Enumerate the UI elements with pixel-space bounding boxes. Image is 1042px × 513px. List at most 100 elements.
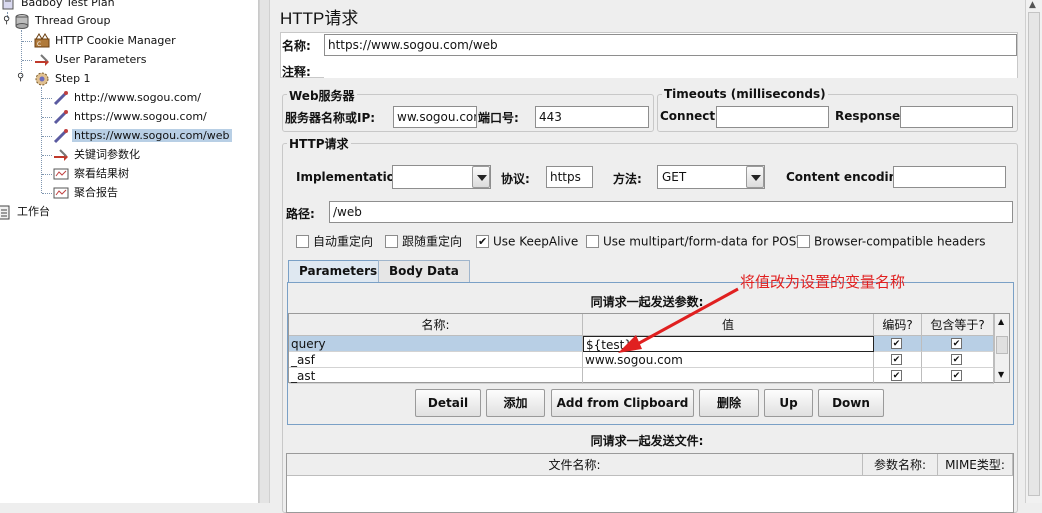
chevron-down-icon[interactable] [746, 166, 764, 188]
param-value-cell[interactable] [583, 368, 874, 384]
tree-item-test-plan[interactable]: Badboy Test Plan [0, 0, 117, 12]
content-encoding-field[interactable] [893, 166, 1006, 188]
column-header-include-equals[interactable]: 包含等于? [922, 314, 994, 336]
scroll-thumb[interactable] [1028, 12, 1040, 496]
param-name-cell[interactable]: _ast [289, 368, 583, 384]
encode-checkbox-checked[interactable]: ✔ [891, 338, 902, 349]
column-header-param-name[interactable]: 参数名称: [863, 454, 938, 476]
delete-button[interactable]: 删除 [699, 389, 759, 417]
checkbox-label: Use KeepAlive [493, 234, 579, 249]
detail-button[interactable]: Detail [415, 389, 481, 417]
name-field[interactable]: https://www.sogou.com/web [324, 34, 1017, 56]
http-request-panel: HTTP请求 名称: https://www.sogou.com/web 注释:… [270, 0, 1024, 513]
param-include-equals-cell[interactable]: ✔ [922, 352, 994, 368]
tab-parameters[interactable]: Parameters [288, 260, 389, 282]
chevron-down-icon[interactable] [472, 166, 490, 188]
tree-collapse-toggle[interactable]: ⚲ [3, 15, 10, 26]
follow-redirect-checkbox[interactable]: 跟随重定向 [385, 233, 462, 249]
protocol-field[interactable]: https [546, 166, 593, 188]
files-table[interactable]: 文件名称: 参数名称: MIME类型: [286, 453, 1014, 513]
multipart-checkbox[interactable]: Use multipart/form-data for POST [586, 233, 804, 249]
param-name-cell[interactable]: _asf [289, 352, 583, 368]
param-include-equals-cell[interactable]: ✔ [922, 336, 994, 352]
tree-item-sampler-2[interactable]: https://www.sogou.com/ [53, 108, 209, 126]
column-header-mime-type[interactable]: MIME类型: [938, 454, 1013, 476]
annotation-text: 将值改为设置的变量名称 [740, 273, 906, 291]
scroll-thumb[interactable] [996, 336, 1008, 354]
implementation-dropdown[interactable] [392, 165, 491, 189]
method-dropdown[interactable]: GET [657, 165, 765, 189]
listener-icon [53, 185, 69, 201]
tree-item-sampler-1[interactable]: http://www.sogou.com/ [53, 89, 203, 107]
panel-scrollbar[interactable]: ▲ [1025, 0, 1042, 503]
http-request-legend: HTTP请求 [287, 135, 351, 152]
column-header-file-name[interactable]: 文件名称: [287, 454, 863, 476]
server-field[interactable]: ww.sogou.com [393, 106, 477, 128]
tree-item-sampler-3-selected[interactable]: https://www.sogou.com/web [53, 127, 232, 145]
sampler-pipette-icon [53, 109, 69, 125]
param-include-equals-cell[interactable]: ✔ [922, 368, 994, 384]
add-from-clipboard-button[interactable]: Add from Clipboard [551, 389, 694, 417]
test-plan-tree[interactable]: ⚲ ⚲ Badboy Test Plan Thread Group C HTTP … [0, 0, 259, 503]
comment-field[interactable] [324, 58, 1017, 78]
web-server-legend: Web服务器 [287, 87, 357, 104]
thread-group-icon [14, 13, 30, 29]
scroll-up-icon[interactable]: ▲ [1029, 0, 1036, 10]
browser-compatible-checkbox[interactable]: Browser-compatible headers [797, 233, 986, 249]
keepalive-checkbox[interactable]: Use KeepAlive [476, 233, 579, 250]
scroll-up-icon[interactable]: ▲ [998, 317, 1004, 326]
checkbox-box [586, 235, 599, 248]
response-field[interactable] [900, 106, 1013, 128]
include-equals-checkbox-checked[interactable]: ✔ [951, 370, 962, 381]
checkbox-label: 自动重定向 [313, 234, 374, 249]
tree-collapse-toggle[interactable]: ⚲ [17, 72, 24, 83]
tree-item-label: Step 1 [55, 72, 91, 85]
down-button[interactable]: Down [818, 389, 884, 417]
include-equals-checkbox-checked[interactable]: ✔ [951, 354, 962, 365]
scroll-down-icon[interactable]: ▼ [998, 370, 1004, 379]
tree-item-results-tree[interactable]: 察看结果树 [53, 165, 131, 183]
tree-item-user-parameters[interactable]: User Parameters [34, 51, 149, 69]
protocol-label: 协议: [501, 172, 530, 186]
tree-item-keyword-param[interactable]: 关键词参数化 [53, 146, 142, 164]
up-button[interactable]: Up [764, 389, 813, 417]
port-label: 端口号: [478, 111, 519, 125]
timeouts-legend: Timeouts (milliseconds) [662, 87, 828, 101]
encode-checkbox-checked[interactable]: ✔ [891, 354, 902, 365]
split-pane-divider[interactable] [259, 0, 270, 503]
add-button[interactable]: 添加 [486, 389, 545, 417]
connect-field[interactable] [716, 106, 829, 128]
column-header-name[interactable]: 名称: [289, 314, 583, 336]
param-encode-cell[interactable]: ✔ [874, 368, 922, 384]
response-label: Response: [835, 109, 905, 123]
param-encode-cell[interactable]: ✔ [874, 336, 922, 352]
tree-item-step-1[interactable]: Step 1 [34, 70, 93, 88]
page-title: HTTP请求 [280, 9, 359, 28]
tree-item-aggregate-report[interactable]: 聚合报告 [53, 184, 120, 202]
encode-checkbox-checked[interactable]: ✔ [891, 370, 902, 381]
redirect-auto-checkbox[interactable]: 自动重定向 [296, 233, 373, 249]
param-name-cell[interactable]: query [289, 336, 583, 352]
checkbox-label: Browser-compatible headers [814, 234, 986, 249]
column-header-encode[interactable]: 编码? [874, 314, 922, 336]
tree-item-label: https://www.sogou.com/ [74, 110, 207, 123]
table-scrollbar[interactable]: ▲ ▼ [994, 314, 1009, 382]
include-equals-checkbox-checked[interactable]: ✔ [951, 338, 962, 349]
user-parameters-icon [34, 52, 50, 68]
tree-item-label: 聚合报告 [74, 186, 118, 199]
method-label: 方法: [613, 172, 642, 186]
port-field[interactable]: 443 [535, 106, 649, 128]
tree-item-cookie-manager[interactable]: C HTTP Cookie Manager [34, 32, 178, 50]
tree-connector [42, 174, 52, 175]
tree-item-thread-group[interactable]: Thread Group [14, 12, 112, 30]
tree-item-label: 察看结果树 [74, 167, 129, 180]
tree-item-label: 关键词参数化 [74, 148, 140, 161]
tab-body-data[interactable]: Body Data [378, 260, 470, 282]
param-encode-cell[interactable]: ✔ [874, 352, 922, 368]
tree-item-workbench[interactable]: 工作台 [0, 203, 52, 221]
listener-icon [53, 166, 69, 182]
path-field[interactable]: /web [329, 201, 1013, 223]
checkbox-box [797, 235, 810, 248]
server-label: 服务器名称或IP: [285, 111, 376, 125]
tree-item-label: HTTP Cookie Manager [55, 34, 176, 47]
